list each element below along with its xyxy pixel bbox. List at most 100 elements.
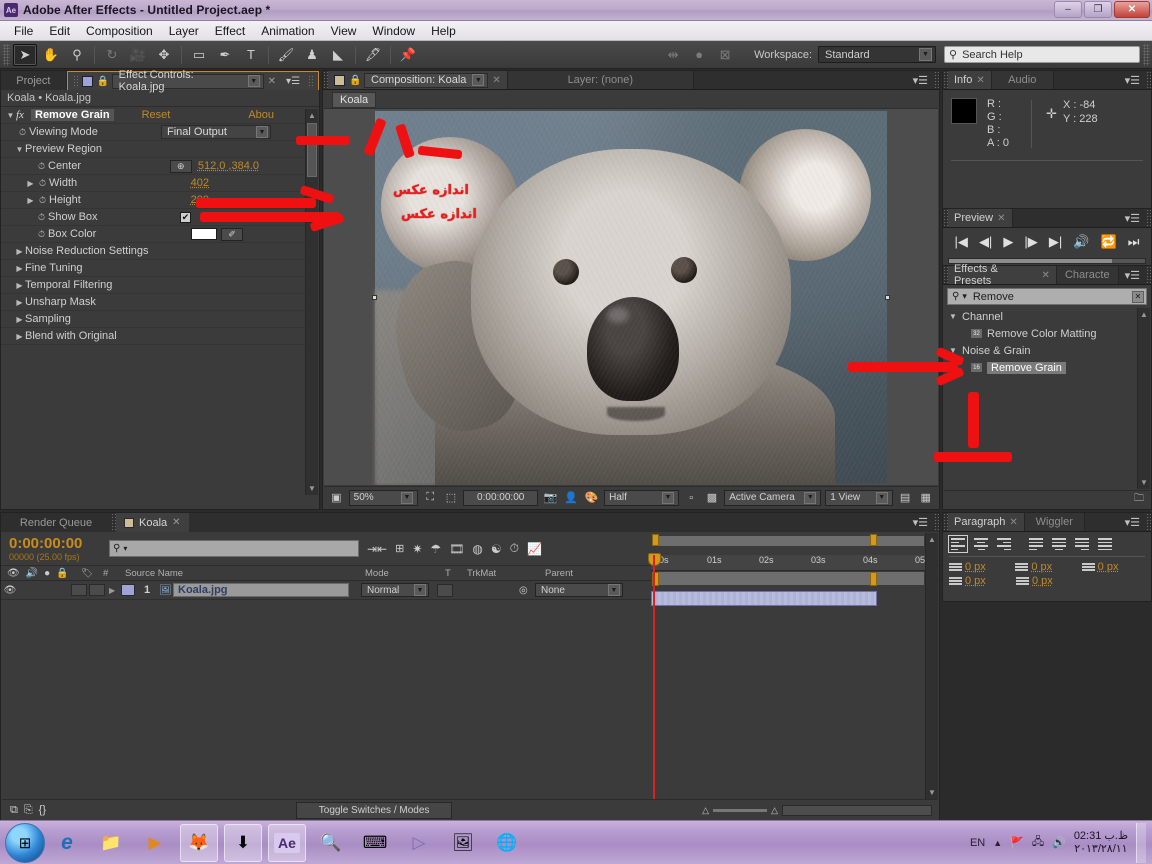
- language-indicator[interactable]: EN: [970, 837, 985, 849]
- live-update-icon[interactable]: ⊞: [395, 542, 404, 555]
- panel-menu-icon[interactable]: ▾☰: [1119, 266, 1146, 284]
- maximize-button[interactable]: ❐: [1084, 1, 1112, 18]
- graph-editor-icon[interactable]: 📈: [527, 542, 542, 556]
- region-interest-toggle-icon[interactable]: ▫: [683, 490, 700, 506]
- effects-item-remove-color-matting[interactable]: 32 Remove Color Matting: [944, 325, 1137, 342]
- fast-previews-icon[interactable]: ▦: [917, 490, 934, 506]
- menu-item-layer[interactable]: Layer: [161, 23, 207, 39]
- chevron-down-icon[interactable]: ▼: [14, 145, 25, 154]
- brush-tool-icon[interactable]: 🖌: [274, 44, 298, 66]
- property-row-center[interactable]: ⏱ Center ⊕ 512.0 ,384.0: [1, 158, 319, 175]
- new-folder-icon[interactable]: 🗀: [1134, 491, 1144, 508]
- align-right-icon[interactable]: [995, 536, 1013, 552]
- hide-shy-layers-icon[interactable]: ☂: [430, 542, 441, 556]
- roto-brush-tool-icon[interactable]: 🖋: [361, 44, 385, 66]
- layer-preserve-transparency[interactable]: [437, 583, 453, 597]
- clock[interactable]: 02:31 ظ.ب ٢٠١٣/٢٨/١١: [1074, 830, 1128, 856]
- stopwatch-icon[interactable]: ⏱: [16, 127, 29, 138]
- effect-controls-scrollbar[interactable]: ▲ ▼: [305, 109, 318, 495]
- tab-effects-and-presets[interactable]: Effects & Presets ✕: [947, 263, 1057, 287]
- indent-first-line[interactable]: 0 px: [1081, 561, 1145, 573]
- property-group-temporal-filtering[interactable]: ▶ Temporal Filtering: [1, 277, 319, 294]
- taskbar-windows-explorer-icon[interactable]: 📁: [92, 824, 130, 862]
- layer-audio-cell[interactable]: [71, 584, 87, 596]
- selection-handle-left[interactable]: [372, 295, 377, 300]
- comp-render-icon[interactable]: ⎘: [24, 804, 33, 817]
- property-group-preview-region[interactable]: ▼ Preview Region: [1, 141, 319, 158]
- property-row-width[interactable]: ▶ ⏱ Width 402: [1, 175, 319, 192]
- panel-menu-icon[interactable]: ▾☰: [1119, 209, 1146, 227]
- tab-audio[interactable]: Audio: [991, 71, 1054, 89]
- video-switch-icon[interactable]: 👁: [7, 568, 20, 579]
- workspace-select[interactable]: Standard ▼: [818, 46, 936, 63]
- timeline-zoom-slider[interactable]: [713, 808, 768, 812]
- taskbar-browser-app-icon[interactable]: 🌐: [488, 824, 526, 862]
- region-of-interest-icon[interactable]: ⛶: [422, 490, 439, 506]
- property-row-viewing-mode[interactable]: ⏱ Viewing Mode Final Output ▼: [1, 124, 319, 141]
- composition-tab-title[interactable]: Composition: Koala ▼: [364, 72, 489, 88]
- justify-last-left-icon[interactable]: [1027, 536, 1045, 552]
- taskbar-media-player-icon[interactable]: ▶: [136, 824, 174, 862]
- first-frame-icon[interactable]: |◀: [955, 234, 968, 250]
- resolution-select[interactable]: Half ▼: [604, 489, 679, 506]
- timeline-search-input[interactable]: ⚲ ▾: [109, 540, 359, 557]
- taskbar-internet-explorer-icon[interactable]: e: [48, 824, 86, 862]
- composition-viewer[interactable]: اندازه عکس اندازه عکس: [324, 109, 938, 485]
- minimize-button[interactable]: –: [1054, 1, 1082, 18]
- chevron-right-icon[interactable]: ▶: [25, 179, 36, 188]
- timeline-hscrollbar[interactable]: [782, 804, 932, 816]
- duration-end-handle[interactable]: [870, 572, 877, 586]
- camera-tool-icon[interactable]: 🎥: [126, 44, 150, 66]
- align-icon[interactable]: ⇹: [661, 44, 685, 66]
- layer-duration-bar[interactable]: [651, 591, 877, 606]
- scrollbar-thumb[interactable]: [307, 123, 317, 177]
- property-group-unsharp-mask[interactable]: ▶ Unsharp Mask: [1, 294, 319, 311]
- layer-label-color[interactable]: [121, 584, 135, 596]
- reset-link[interactable]: Reset: [142, 109, 171, 121]
- taskbar-download-manager-icon[interactable]: ⬇: [224, 823, 262, 862]
- zoom-level-select[interactable]: 50% ▼: [348, 489, 418, 506]
- tab-layer-none[interactable]: Layer: (none): [507, 71, 694, 89]
- grid-icon[interactable]: ⊠: [713, 44, 737, 66]
- justify-last-center-icon[interactable]: [1050, 536, 1068, 552]
- eraser-tool-icon[interactable]: ◣: [326, 44, 350, 66]
- property-group-sampling[interactable]: ▶ Sampling: [1, 311, 319, 328]
- box-color-swatch[interactable]: [191, 228, 217, 240]
- taskbar-after-effects-icon[interactable]: Ae: [268, 823, 306, 862]
- chevron-right-icon[interactable]: ▶: [14, 315, 25, 324]
- audio-switch-icon[interactable]: 🔊: [26, 568, 38, 579]
- volume-icon[interactable]: 🔊: [1052, 836, 1066, 849]
- always-preview-icon[interactable]: ▣: [328, 490, 345, 506]
- scroll-down-icon[interactable]: ▼: [306, 482, 318, 495]
- chevron-down-icon[interactable]: ▾: [123, 544, 127, 553]
- indent-left-margin[interactable]: 0 px: [949, 561, 1012, 573]
- menu-item-composition[interactable]: Composition: [78, 23, 161, 39]
- zoom-in-timeline-icon[interactable]: △: [771, 805, 778, 816]
- effects-group-channel[interactable]: ▼ Channel: [944, 308, 1137, 325]
- tab-paragraph[interactable]: Paragraph ✕: [948, 513, 1025, 531]
- previous-frame-icon[interactable]: ◀|: [979, 234, 992, 250]
- expand-collapse-icon[interactable]: {}: [39, 804, 46, 817]
- chevron-down-icon[interactable]: ▼: [5, 111, 16, 120]
- type-tool-icon[interactable]: T: [239, 44, 263, 66]
- zoom-tool-icon[interactable]: ⚲: [65, 44, 89, 66]
- menu-item-file[interactable]: File: [6, 23, 41, 39]
- last-frame-icon[interactable]: ▶|: [1049, 234, 1062, 250]
- layer-solo-cell[interactable]: [89, 584, 105, 596]
- start-button[interactable]: ⊞: [5, 822, 45, 863]
- chevron-right-icon[interactable]: ▶: [14, 332, 25, 341]
- search-help-input[interactable]: ⚲ Search Help: [944, 46, 1140, 63]
- close-icon[interactable]: ✕: [1009, 517, 1017, 528]
- close-icon[interactable]: ✕: [492, 75, 500, 86]
- parent-pickwhip-icon[interactable]: ◎: [519, 585, 535, 596]
- panel-menu-icon[interactable]: ▾☰: [907, 71, 934, 89]
- center-picker-button[interactable]: ⊕: [169, 159, 192, 173]
- menu-item-animation[interactable]: Animation: [253, 23, 322, 39]
- width-value[interactable]: 402: [191, 177, 209, 189]
- timeline-scrollbar[interactable]: ▲ ▼: [925, 533, 938, 799]
- label-column-icon[interactable]: 🏷: [71, 568, 103, 579]
- scroll-up-icon[interactable]: ▲: [926, 533, 938, 546]
- view-layout-select[interactable]: 1 View ▼: [825, 489, 893, 506]
- selection-handle-right[interactable]: [885, 295, 890, 300]
- menu-item-edit[interactable]: Edit: [41, 23, 78, 39]
